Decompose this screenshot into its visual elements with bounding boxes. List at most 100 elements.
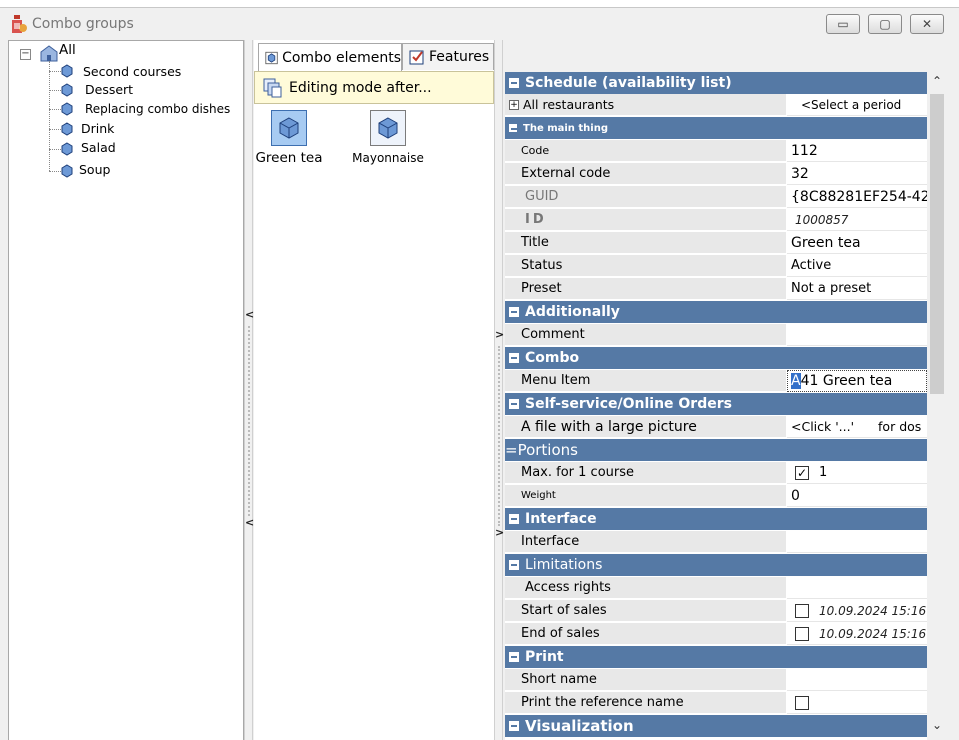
scroll-up-icon[interactable]: ⌃ <box>927 74 947 88</box>
tree-item-salad[interactable]: Salad <box>81 140 116 155</box>
top-edge <box>0 0 959 8</box>
tab-features[interactable]: Features <box>402 43 494 70</box>
tree-item-soup[interactable]: Soup <box>79 162 110 177</box>
collapse-category-icon[interactable] <box>509 721 519 731</box>
tree-root-all[interactable]: All <box>59 42 76 58</box>
end-sales-checkbox[interactable] <box>795 626 809 641</box>
prop-interface[interactable]: Interface <box>505 531 927 553</box>
collapse-icon[interactable]: − <box>20 49 31 60</box>
prop-code[interactable]: Code 112 <box>505 140 927 162</box>
features-icon <box>409 50 424 65</box>
prop-value[interactable] <box>787 531 927 553</box>
expand-icon[interactable]: + <box>509 99 519 110</box>
prop-all-restaurants[interactable]: + All restaurants <Select a period <box>505 94 927 116</box>
prop-start-of-sales[interactable]: Start of sales 10.09.2024 15:16 <box>505 600 927 622</box>
prop-weight[interactable]: Weight 0 <box>505 485 927 507</box>
prop-value[interactable]: 0 <box>787 485 927 507</box>
prop-short-name[interactable]: Short name <box>505 669 927 691</box>
scroll-down-icon[interactable]: ⌄ <box>927 718 947 732</box>
prop-value-text: 10.09.2024 15:16 <box>819 626 927 641</box>
category-visualization[interactable]: Visualization <box>505 715 927 737</box>
prop-guid[interactable]: GUID {8C88281EF254-423. <box>505 186 927 208</box>
prop-value: 41 Green tea <box>800 373 893 389</box>
collapse-category-icon[interactable] <box>509 560 519 570</box>
category-schedule[interactable]: Schedule (availability list) <box>505 72 927 94</box>
collapse-category-icon[interactable] <box>509 652 519 662</box>
element-tile-green-tea[interactable]: Green tea <box>254 110 324 166</box>
collapse-category-icon[interactable] <box>509 78 519 88</box>
collapse-right-icon[interactable]: > <box>495 526 504 539</box>
prop-preset[interactable]: Preset Not a preset <box>505 278 927 300</box>
tree-item-replacing-combo-dishes[interactable]: Replacing combo dishes <box>85 102 230 116</box>
category-print[interactable]: Print <box>505 646 927 668</box>
collapse-category-icon[interactable] <box>509 399 519 409</box>
prop-label: Comment <box>505 324 787 346</box>
category-combo[interactable]: Combo <box>505 347 927 369</box>
tab-features-label: Features <box>429 49 490 65</box>
minimize-icon: ▭ <box>837 17 849 31</box>
prop-comment[interactable]: Comment <box>505 324 927 346</box>
editing-mode-bar[interactable]: Editing mode after... <box>254 71 494 104</box>
property-grid[interactable]: Schedule (availability list) + All resta… <box>505 72 927 740</box>
prop-value[interactable]: <Select a period <box>787 94 927 116</box>
category-main-thing[interactable]: The main thing <box>505 117 927 139</box>
prop-max-per-course[interactable]: Max. for 1 course ✓ 1 <box>505 462 927 484</box>
prop-value[interactable]: 10.09.2024 15:16 <box>787 600 927 622</box>
prop-value[interactable]: Not a preset <box>787 278 927 300</box>
tree-item-drink[interactable]: Drink <box>81 121 114 136</box>
scroll-thumb[interactable] <box>930 94 944 394</box>
prop-value[interactable]: 10.09.2024 15:16 <box>787 623 927 645</box>
tree-item-dessert[interactable]: Dessert <box>85 82 133 97</box>
prop-id[interactable]: ID 1000857 <box>505 209 927 231</box>
prop-large-picture[interactable]: A file with a large picture <Click '...'… <box>505 416 927 438</box>
category-interface[interactable]: Interface <box>505 508 927 530</box>
left-splitter[interactable]: < < <box>244 40 254 740</box>
category-label: The main thing <box>523 122 609 134</box>
prop-value[interactable] <box>787 669 927 691</box>
prop-value[interactable]: 32 <box>787 163 927 185</box>
property-scrollbar[interactable]: ⌃ ⌄ <box>927 72 947 740</box>
collapse-left-icon[interactable]: < <box>245 308 254 321</box>
prop-end-of-sales[interactable]: End of sales 10.09.2024 15:16 <box>505 623 927 645</box>
tree-item-second-courses[interactable]: Second courses <box>83 64 181 79</box>
element-tile-mayonnaise[interactable]: Mayonnaise <box>350 110 426 165</box>
tab-combo-elements[interactable]: Combo elements <box>258 43 402 72</box>
category-self-service[interactable]: Self-service/Online Orders <box>505 393 927 415</box>
collapse-category-icon[interactable] <box>509 307 519 317</box>
prop-value[interactable] <box>787 324 927 346</box>
category-limitations[interactable]: Limitations <box>505 554 927 576</box>
close-icon: ✕ <box>921 17 933 31</box>
group-tree[interactable]: − All Second courses Dessert Replacing c… <box>8 40 244 740</box>
close-button[interactable]: ✕ <box>910 14 944 34</box>
start-sales-checkbox[interactable] <box>795 603 809 618</box>
prop-value[interactable] <box>787 692 927 714</box>
prop-value[interactable] <box>787 577 927 599</box>
prop-status[interactable]: Status Active <box>505 255 927 277</box>
prop-print-reference-name[interactable]: Print the reference name <box>505 692 927 714</box>
prop-value[interactable]: Green tea <box>787 232 927 254</box>
collapse-category-icon[interactable] <box>509 353 519 363</box>
prop-value[interactable]: 1000857 <box>787 209 927 231</box>
collapse-left-icon[interactable]: < <box>245 516 254 529</box>
maximize-button[interactable]: ▢ <box>868 14 902 34</box>
collapse-right-icon[interactable]: > <box>495 328 504 341</box>
collapse-category-icon[interactable] <box>509 514 519 524</box>
menu-item-input[interactable]: A 41 Green tea <box>787 370 927 392</box>
print-reference-checkbox[interactable] <box>795 695 809 710</box>
prop-value[interactable]: 112 <box>787 140 927 162</box>
prop-value[interactable]: <Click '...' for dos <box>787 416 927 438</box>
category-portions[interactable]: =Portions <box>505 439 927 461</box>
category-additionally[interactable]: Additionally <box>505 301 927 323</box>
app-icon <box>12 15 27 33</box>
prop-value[interactable]: Active <box>787 255 927 277</box>
prop-value[interactable]: ✓ 1 <box>787 462 927 484</box>
prop-title[interactable]: Title Green tea <box>505 232 927 254</box>
minimize-button[interactable]: ▭ <box>826 14 860 34</box>
right-splitter[interactable]: > > <box>494 40 504 740</box>
max-checkbox[interactable]: ✓ <box>795 465 809 480</box>
prop-menu-item[interactable]: Menu Item A 41 Green tea <box>505 370 927 392</box>
prop-external-code[interactable]: External code 32 <box>505 163 927 185</box>
prop-access-rights[interactable]: Access rights <box>505 577 927 599</box>
collapse-category-icon[interactable] <box>509 124 517 132</box>
prop-value[interactable]: {8C88281EF254-423. <box>787 186 927 208</box>
